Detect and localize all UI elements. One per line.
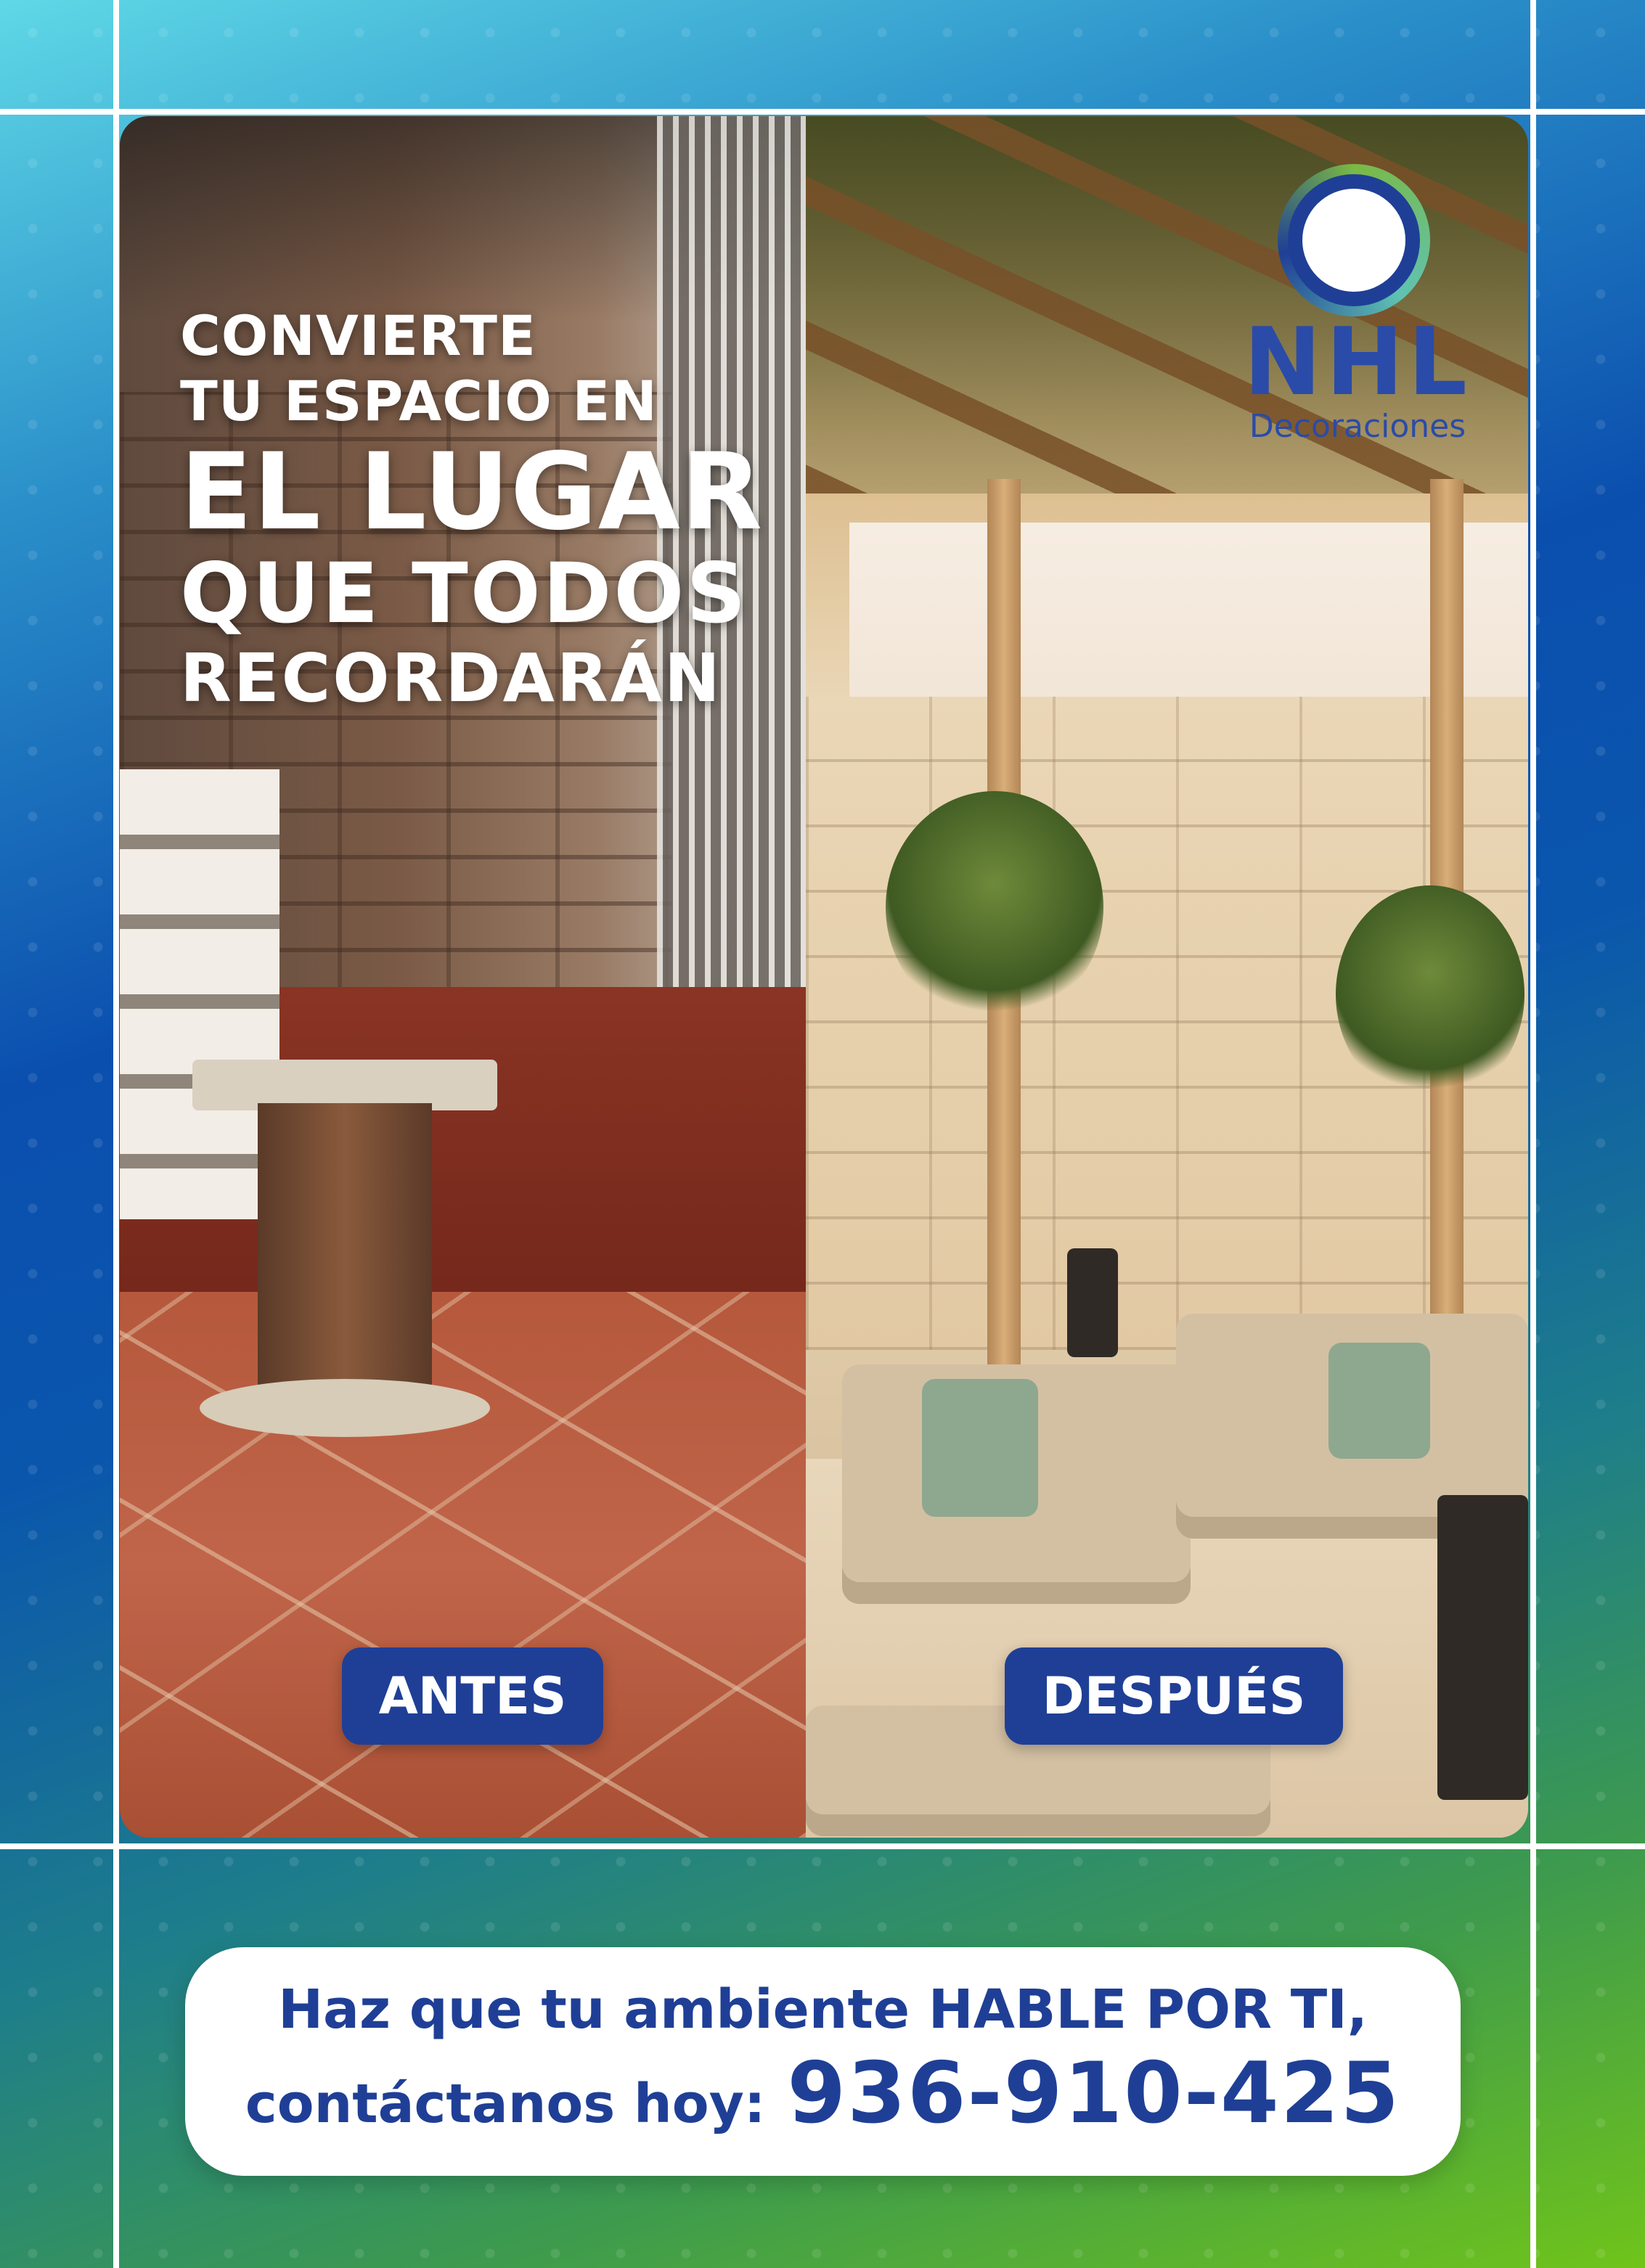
headline-line-1: CONVIERTE bbox=[180, 303, 536, 368]
headline-line-5: RECORDARÁN bbox=[180, 639, 722, 717]
lantern bbox=[1437, 1495, 1528, 1800]
after-label: DESPUÉS bbox=[1005, 1647, 1343, 1745]
frame-divider-top bbox=[0, 109, 1645, 115]
cta-line-2: contáctanos hoy: 936-910-425 bbox=[245, 2044, 1400, 2142]
frame-divider-bottom bbox=[0, 1843, 1645, 1849]
hanging-plant bbox=[886, 791, 1103, 1023]
cta-line-1: Haz que tu ambiente HABLE POR TI, bbox=[278, 1978, 1368, 2042]
frame-divider-left bbox=[113, 0, 119, 2268]
pillow bbox=[922, 1379, 1038, 1517]
logo-brand: NHL bbox=[1244, 308, 1471, 417]
headline-line-3: EL LUGAR bbox=[180, 430, 764, 554]
cta-prefix: contáctanos hoy: bbox=[245, 2072, 766, 2135]
logo-ring-inner bbox=[1302, 189, 1405, 292]
before-label: ANTES bbox=[342, 1647, 603, 1745]
headline: CONVIERTE TU ESPACIO EN EL LUGAR QUE TOD… bbox=[180, 308, 790, 712]
nhl-logo: NHL Decoraciones bbox=[1227, 164, 1488, 454]
hanging-plant bbox=[1336, 885, 1524, 1103]
contact-banner: Haz que tu ambiente HABLE POR TI, contác… bbox=[185, 1947, 1461, 2176]
logo-subtitle: Decoraciones bbox=[1249, 408, 1466, 445]
phone-number[interactable]: 936-910-425 bbox=[787, 2044, 1400, 2142]
headline-line-2: TU ESPACIO EN bbox=[180, 369, 658, 433]
pillow bbox=[1328, 1343, 1430, 1459]
wooden-spool-table bbox=[192, 1060, 497, 1437]
headline-line-4: QUE TODOS bbox=[180, 545, 748, 642]
frame-divider-right bbox=[1530, 0, 1536, 2268]
lantern bbox=[1067, 1248, 1118, 1357]
